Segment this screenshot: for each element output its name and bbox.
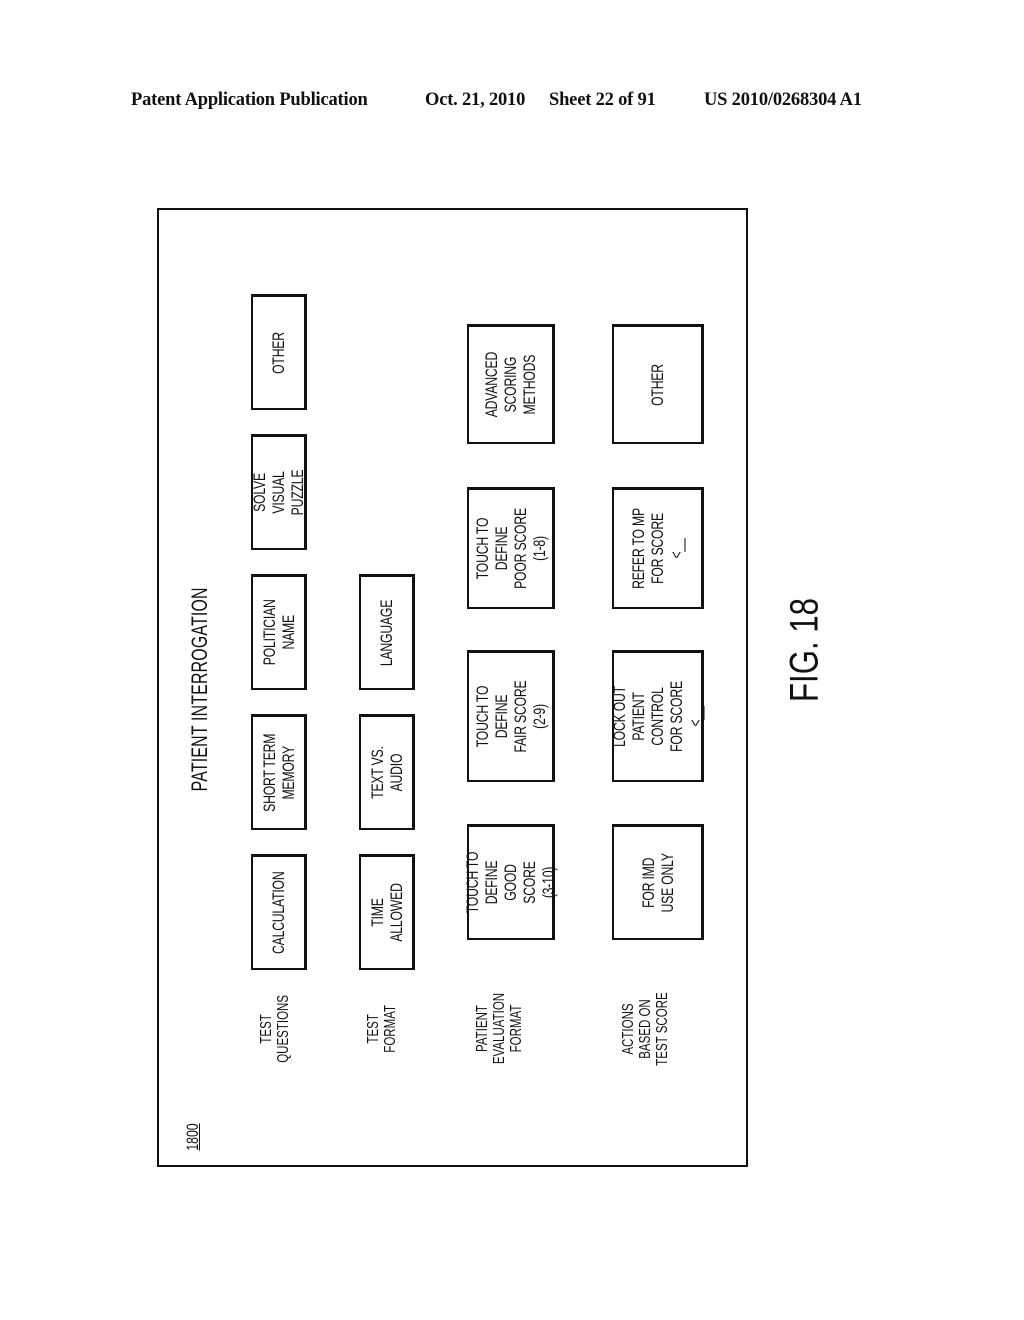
poor-score-button[interactable]: TOUCH TO DEFINE POOR SCORE (1-8) xyxy=(467,487,555,609)
refer-to-mp-button[interactable]: REFER TO MP FOR SCORE <__ xyxy=(612,487,704,609)
good-score-button[interactable]: TOUCH TO DEFINE GOOD SCORE (3-10) xyxy=(463,824,558,940)
figure-label: FIG. 18 xyxy=(782,597,827,703)
language-button[interactable]: LANGUAGE xyxy=(359,574,415,690)
row-label-test-format: TEST FORMAT xyxy=(365,1005,399,1053)
politician-name-button[interactable]: POLITICIAN NAME xyxy=(251,574,307,690)
screen-title: PATIENT INTERROGATION xyxy=(186,586,212,792)
row-label-patient-evaluation-format: PATIENT EVALUATION FORMAT xyxy=(473,993,525,1065)
calculation-button[interactable]: CALCULATION xyxy=(251,854,307,970)
publication-label: Patent Application Publication xyxy=(131,90,368,110)
short-term-memory-button[interactable]: SHORT TERM MEMORY xyxy=(251,714,307,830)
row-label-test-questions: TEST QUESTIONS xyxy=(258,995,292,1063)
screen-content: 1800 PATIENT INTERROGATION TEST QUESTION… xyxy=(159,210,750,1169)
sheet-number: Sheet 22 of 91 xyxy=(549,90,656,110)
publication-date: Oct. 21, 2010 xyxy=(425,90,526,110)
patient-interrogation-screen: 1800 PATIENT INTERROGATION TEST QUESTION… xyxy=(157,208,748,1167)
test-questions-other-button[interactable]: OTHER xyxy=(251,294,307,410)
reference-number: 1800 xyxy=(183,1123,202,1151)
lock-out-patient-control-button[interactable]: LOCK OUT PATIENT CONTROL FOR SCORE <__ xyxy=(610,650,705,782)
advanced-scoring-methods-button[interactable]: ADVANCED SCORING METHODS xyxy=(467,324,555,444)
time-allowed-button[interactable]: TIME ALLOWED xyxy=(359,854,415,970)
fair-score-button[interactable]: TOUCH TO DEFINE FAIR SCORE (2-9) xyxy=(467,650,555,782)
patent-number: US 2010/0268304 A1 xyxy=(704,90,862,110)
actions-other-button[interactable]: OTHER xyxy=(612,324,704,444)
for-imd-use-only-button[interactable]: FOR IMD USE ONLY xyxy=(612,824,704,940)
text-vs-audio-button[interactable]: TEXT VS. AUDIO xyxy=(359,714,415,830)
solve-visual-puzzle-button[interactable]: SOLVE VISUAL PUZZLE xyxy=(250,434,307,550)
row-label-actions-based-on-test-score: ACTIONS BASED ON TEST SCORE xyxy=(619,992,671,1066)
